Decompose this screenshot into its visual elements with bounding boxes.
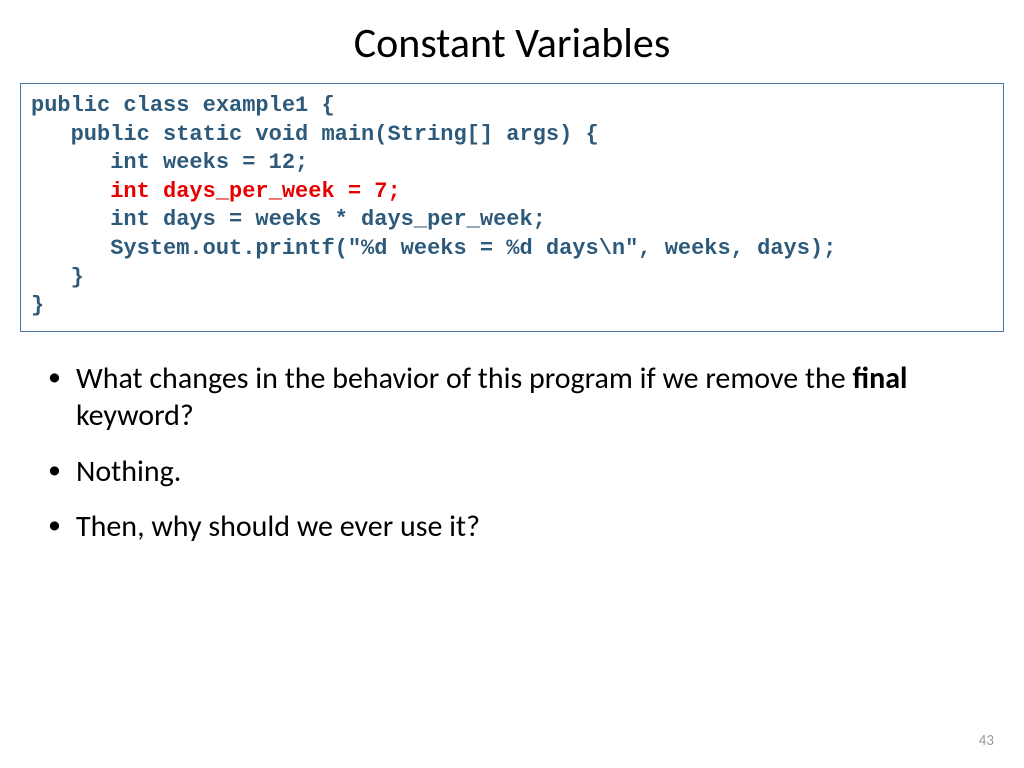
code-line-highlighted: int days_per_week = 7; <box>31 178 993 207</box>
slide-title: Constant Variables <box>0 0 1024 83</box>
bullet-text: keyword? <box>76 397 194 434</box>
bullet-bold: final <box>852 360 907 397</box>
code-line: public class example1 { <box>31 92 993 121</box>
bullet-item: Nothing. <box>40 453 960 491</box>
code-line: int days = weeks * days_per_week; <box>31 206 993 235</box>
code-line: System.out.printf("%d weeks = %d days\n"… <box>31 235 993 264</box>
bullet-text: What changes in the behavior of this pro… <box>76 360 852 397</box>
bullet-item: Then, why should we ever use it? <box>40 508 960 546</box>
code-line: } <box>31 292 993 321</box>
code-line: int weeks = 12; <box>31 149 993 178</box>
code-block: public class example1 { public static vo… <box>20 83 1004 332</box>
code-line: } <box>31 264 993 293</box>
code-line: public static void main(String[] args) { <box>31 121 993 150</box>
page-number: 43 <box>979 732 994 750</box>
bullet-list: What changes in the behavior of this pro… <box>0 360 1024 546</box>
bullet-item: What changes in the behavior of this pro… <box>40 360 960 435</box>
